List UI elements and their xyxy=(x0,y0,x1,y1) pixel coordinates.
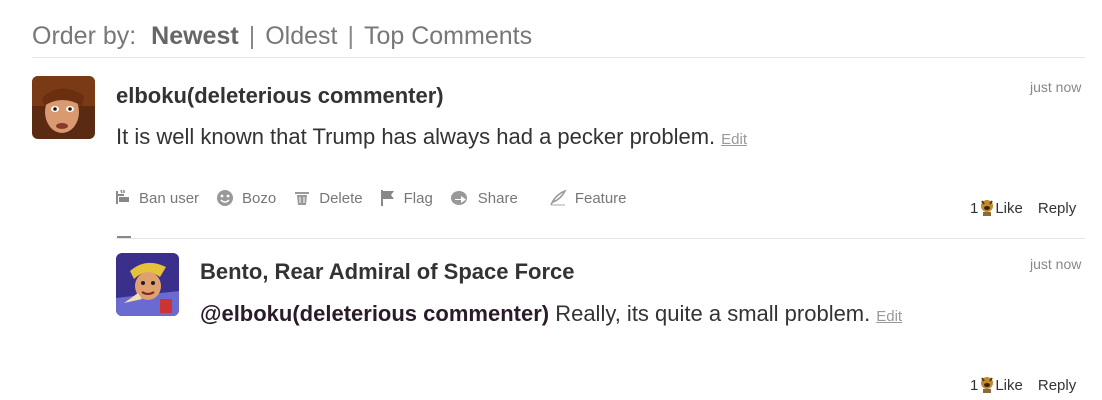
order-newest[interactable]: Newest xyxy=(151,22,239,50)
divider xyxy=(32,57,1085,58)
ban-user-icon xyxy=(116,189,129,204)
like-reply-bar: 1 Like Reply xyxy=(970,199,1076,217)
reply-button[interactable]: Reply xyxy=(1038,200,1076,217)
ban-user-label: Ban user xyxy=(139,189,200,207)
like-button[interactable]: Like xyxy=(979,376,1023,394)
like-count: 1 xyxy=(970,376,979,394)
comment-author[interactable]: elboku(deleterious commenter) xyxy=(116,83,444,109)
like-button[interactable]: Like xyxy=(979,199,1023,217)
like-icon xyxy=(981,377,994,393)
feature-button[interactable]: Feature xyxy=(549,189,627,207)
like-icon xyxy=(981,200,994,216)
avatar[interactable] xyxy=(32,76,95,139)
order-bar: Order by: Newest | Oldest | Top Comments xyxy=(32,22,532,51)
bozo-icon xyxy=(217,190,234,206)
moderation-actions: Ban user Bozo Delete Flag Share Feature xyxy=(113,189,644,207)
comment-text: Really, its quite a small problem. xyxy=(555,301,871,326)
share-icon xyxy=(450,191,467,205)
share-button[interactable]: Share xyxy=(450,189,518,207)
feature-label: Feature xyxy=(574,189,627,207)
edit-link[interactable]: Edit xyxy=(721,131,747,148)
avatar[interactable] xyxy=(116,253,179,316)
trash-icon xyxy=(295,192,310,205)
order-oldest[interactable]: Oldest xyxy=(265,22,337,50)
bozo-label: Bozo xyxy=(242,189,277,207)
comment-text: It is well known that Trump has always h… xyxy=(116,124,716,149)
flag-button[interactable]: Flag xyxy=(380,189,433,207)
like-reply-bar: 1 Like Reply xyxy=(970,376,1076,394)
edit-link[interactable]: Edit xyxy=(876,308,902,325)
like-label: Like xyxy=(995,376,1023,394)
divider xyxy=(116,238,1085,239)
ban-user-button[interactable]: Ban user xyxy=(113,189,199,207)
delete-button[interactable]: Delete xyxy=(293,189,363,207)
comment-body: It is well known that Trump has always h… xyxy=(116,124,747,150)
separator: | xyxy=(248,22,256,50)
flag-label: Flag xyxy=(403,189,433,207)
share-label: Share xyxy=(477,189,518,207)
delete-label: Delete xyxy=(319,189,363,207)
comment-author[interactable]: Bento, Rear Admiral of Space Force xyxy=(200,259,575,285)
like-label: Like xyxy=(995,199,1023,217)
order-by-label: Order by: xyxy=(32,22,137,50)
user-mention-link[interactable]: @elboku(deleterious commenter) xyxy=(200,301,549,326)
reply-button[interactable]: Reply xyxy=(1038,377,1076,394)
comment-body: @elboku(deleterious commenter) Really, i… xyxy=(200,301,902,327)
like-count: 1 xyxy=(970,199,979,217)
bozo-button[interactable]: Bozo xyxy=(216,189,276,207)
comment-timestamp[interactable]: just now xyxy=(1030,256,1081,272)
order-top-comments[interactable]: Top Comments xyxy=(364,22,532,50)
flag-icon xyxy=(380,190,394,206)
comment-timestamp[interactable]: just now xyxy=(1030,79,1081,95)
feather-icon xyxy=(550,189,567,206)
separator: | xyxy=(347,22,354,50)
